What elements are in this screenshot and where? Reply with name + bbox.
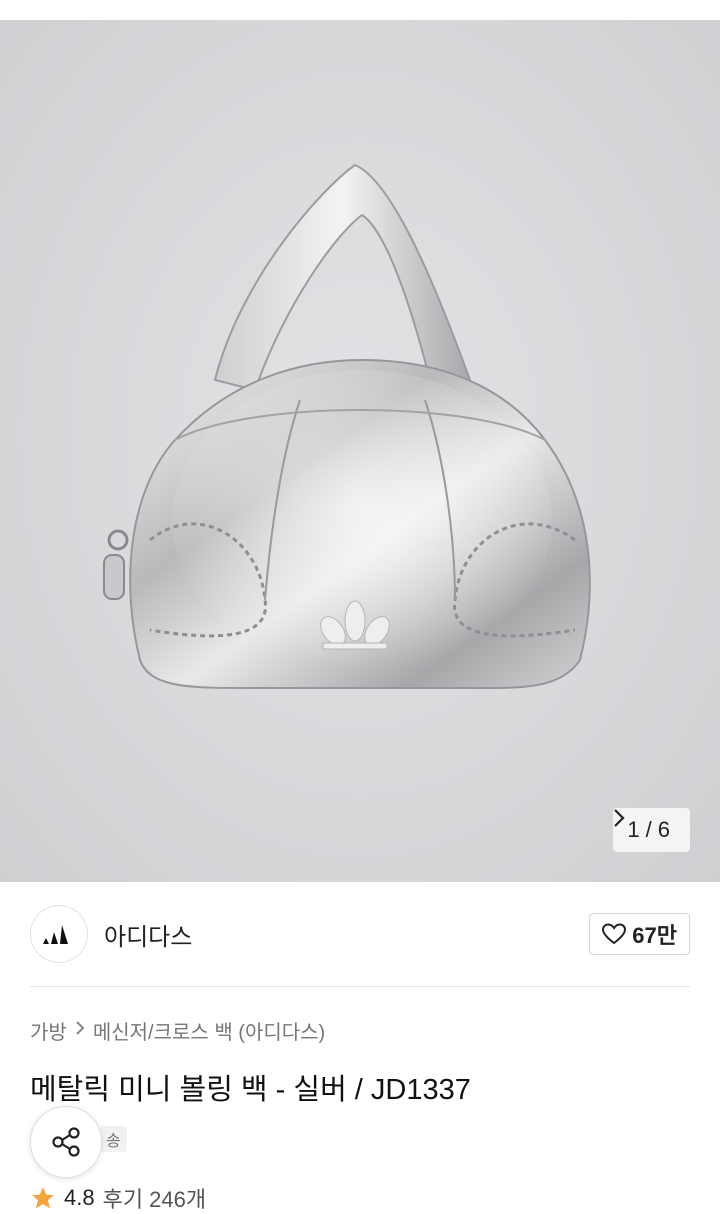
shipping-badge: 송 (100, 1126, 127, 1152)
image-counter-current: 1 (627, 817, 640, 842)
like-count: 67만 (632, 923, 677, 948)
chevron-right-icon (75, 1020, 85, 1041)
product-title: 메탈릭 미니 볼링 백 - 실버 / JD1337 (30, 1074, 471, 1106)
like-button[interactable]: 67만 (589, 913, 690, 955)
brand-name[interactable]: 아디다스 (104, 917, 192, 952)
image-counter-separator: / (645, 817, 652, 842)
star-icon (32, 1187, 54, 1209)
rating-row[interactable]: 4.8 후기 246개 (30, 1182, 206, 1214)
image-counter[interactable]: 1 / 6 (613, 808, 690, 852)
breadcrumb-item-category[interactable]: 메신저/크로스 백 (아디다스) (93, 1016, 325, 1045)
share-icon (52, 1127, 80, 1157)
brand-row: 아디다스 67만 (30, 904, 690, 964)
breadcrumb-item-bag[interactable]: 가방 (30, 1016, 67, 1045)
brand-logo[interactable] (30, 905, 88, 963)
product-image (103, 163, 591, 690)
adidas-logo-icon (43, 925, 68, 944)
image-counter-total: 6 (657, 817, 670, 842)
rating-score: 4.8 (64, 1185, 95, 1210)
divider (30, 986, 690, 987)
status-bar (0, 0, 720, 20)
review-count[interactable]: 후기 246개 (103, 1182, 207, 1214)
product-image-gallery[interactable]: 1 / 6 (0, 20, 720, 882)
breadcrumb: 가방 메신저/크로스 백 (아디다스) (30, 1016, 325, 1045)
heart-outline-icon (602, 923, 627, 945)
share-button[interactable] (30, 1106, 102, 1178)
